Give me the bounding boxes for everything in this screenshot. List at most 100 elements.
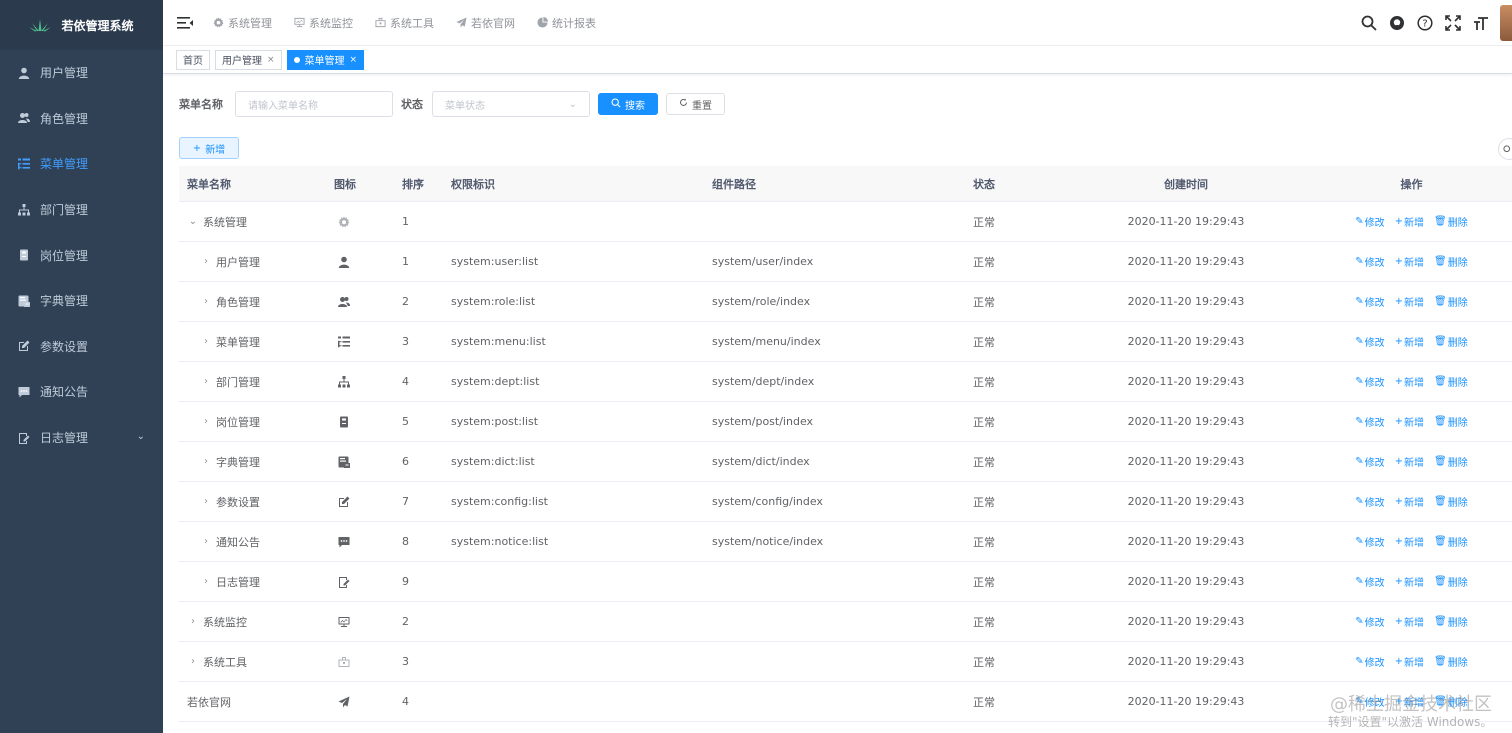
sidebar-logo[interactable]: 若依管理系统: [0, 0, 163, 50]
sidebar-item-0[interactable]: 用户管理: [0, 50, 163, 96]
edit-button[interactable]: ✎ 修改: [1355, 334, 1384, 349]
sidebar-item-label: 参数设置: [40, 339, 89, 354]
add-button[interactable]: + 新增: [179, 137, 239, 159]
status-select[interactable]: 菜单状态 ⌄: [432, 91, 590, 117]
sidebar-item-8[interactable]: 日志管理 ⌄: [0, 415, 163, 461]
sidebar-item-1[interactable]: 角色管理: [0, 96, 163, 142]
avatar[interactable]: [1500, 5, 1512, 41]
delete-label: 删除: [1447, 298, 1468, 309]
add-child-button[interactable]: + 新增: [1395, 294, 1424, 309]
expand-icon[interactable]: ›: [200, 416, 212, 427]
add-child-button[interactable]: + 新增: [1395, 454, 1424, 469]
delete-button[interactable]: 🗑 删除: [1434, 254, 1468, 269]
search-icon[interactable]: [1360, 15, 1377, 32]
message-icon: [338, 536, 350, 548]
close-icon[interactable]: ×: [350, 55, 358, 65]
delete-button[interactable]: 🗑 删除: [1434, 574, 1468, 589]
add-label: 新增: [1404, 618, 1425, 629]
header-perms: 权限标识: [451, 177, 495, 191]
expand-icon[interactable]: ›: [200, 376, 212, 387]
cell-icon: [332, 456, 390, 468]
cell-name: › 日志管理: [179, 574, 332, 590]
add-label: 新增: [1404, 338, 1425, 349]
expand-icon[interactable]: ⌄: [187, 216, 199, 227]
edit-button[interactable]: ✎ 修改: [1355, 574, 1384, 589]
close-icon[interactable]: ×: [267, 55, 275, 65]
delete-button[interactable]: 🗑 删除: [1434, 414, 1468, 429]
add-child-button[interactable]: + 新增: [1395, 494, 1424, 509]
edit-button[interactable]: ✎ 修改: [1355, 294, 1384, 309]
edit-button[interactable]: ✎ 修改: [1355, 534, 1384, 549]
add-child-button[interactable]: + 新增: [1395, 214, 1424, 229]
question-icon[interactable]: ?: [1416, 15, 1433, 32]
add-child-button[interactable]: + 新增: [1395, 654, 1424, 669]
menu-name-input[interactable]: 请输入菜单名称: [235, 91, 393, 117]
edit-icon: ✎: [1355, 616, 1364, 627]
sidebar-item-3[interactable]: 部门管理: [0, 187, 163, 233]
edit-button[interactable]: ✎ 修改: [1355, 494, 1384, 509]
delete-button[interactable]: 🗑 删除: [1434, 374, 1468, 389]
delete-button[interactable]: 🗑 删除: [1434, 494, 1468, 509]
top-menu-item-4[interactable]: 统计报表: [537, 15, 596, 31]
top-menu-item-2[interactable]: 系统工具: [375, 15, 434, 31]
sidebar-item-label: 通知公告: [40, 385, 89, 400]
tag-2[interactable]: 菜单管理 ×: [286, 49, 365, 70]
cell-ops: ✎ 修改 + 新增 🗑 删除: [1311, 214, 1512, 229]
plus-icon: +: [1394, 376, 1404, 387]
delete-button[interactable]: 🗑 删除: [1434, 654, 1468, 669]
edit-button[interactable]: ✎ 修改: [1355, 614, 1384, 629]
top-menu-item-3[interactable]: 若依官网: [456, 15, 515, 31]
table-row: › 部门管理 4 system:dept:list system/dept/index 正…: [179, 362, 1512, 402]
fullscreen-icon[interactable]: [1444, 15, 1461, 32]
reset-button[interactable]: 重置: [666, 93, 725, 115]
cell-ops: ✎ 修改 + 新增 🗑 删除: [1311, 414, 1512, 429]
add-child-button[interactable]: + 新增: [1395, 414, 1424, 429]
sidebar-item-2[interactable]: 菜单管理: [0, 141, 163, 187]
delete-button[interactable]: 🗑 删除: [1434, 214, 1468, 229]
edit-button[interactable]: ✎ 修改: [1355, 254, 1384, 269]
add-child-button[interactable]: + 新增: [1395, 614, 1424, 629]
table-row: › 通知公告 8 system:notice:list system/notice/in…: [179, 522, 1512, 562]
expand-icon[interactable]: ›: [200, 496, 212, 507]
search-button[interactable]: 搜索: [598, 93, 658, 115]
delete-button[interactable]: 🗑 删除: [1434, 294, 1468, 309]
plus-icon: +: [1394, 616, 1404, 627]
add-child-button[interactable]: + 新增: [1395, 534, 1424, 549]
sidebar-item-7[interactable]: 通知公告: [0, 369, 163, 415]
tool-icon: [375, 17, 386, 28]
expand-icon[interactable]: ›: [200, 336, 212, 347]
edit-button[interactable]: ✎ 修改: [1355, 214, 1384, 229]
expand-icon[interactable]: ›: [200, 296, 212, 307]
toolbar-search-toggle-icon[interactable]: [1498, 138, 1512, 160]
sidebar-item-6[interactable]: 参数设置: [0, 324, 163, 370]
expand-icon[interactable]: ›: [200, 456, 212, 467]
cell-ops: ✎ 修改 + 新增 🗑 删除: [1311, 574, 1512, 589]
top-menu-item-0[interactable]: 系统管理: [213, 15, 272, 31]
font-size-icon[interactable]: [1472, 15, 1489, 32]
delete-button[interactable]: 🗑 删除: [1434, 534, 1468, 549]
expand-icon[interactable]: ›: [187, 656, 199, 667]
expand-icon[interactable]: ›: [200, 576, 212, 587]
sidebar-item-4[interactable]: 岗位管理: [0, 232, 163, 278]
add-child-button[interactable]: + 新增: [1395, 574, 1424, 589]
expand-icon[interactable]: ›: [200, 256, 212, 267]
delete-button[interactable]: 🗑 删除: [1434, 614, 1468, 629]
add-child-button[interactable]: + 新增: [1395, 334, 1424, 349]
edit-label: 修改: [1364, 578, 1385, 589]
add-child-button[interactable]: + 新增: [1395, 374, 1424, 389]
edit-button[interactable]: ✎ 修改: [1355, 414, 1384, 429]
top-menu-item-1[interactable]: 系统监控: [294, 15, 353, 31]
tag-1[interactable]: 用户管理 ×: [215, 49, 282, 70]
tag-0[interactable]: 首页: [176, 49, 210, 70]
delete-button[interactable]: 🗑 删除: [1434, 454, 1468, 469]
add-child-button[interactable]: + 新增: [1395, 254, 1424, 269]
edit-button[interactable]: ✎ 修改: [1355, 654, 1384, 669]
edit-button[interactable]: ✎ 修改: [1355, 454, 1384, 469]
hamburger-icon[interactable]: [177, 16, 193, 30]
expand-icon[interactable]: ›: [200, 536, 212, 547]
expand-icon[interactable]: ›: [187, 616, 199, 627]
github-icon[interactable]: [1388, 15, 1405, 32]
delete-button[interactable]: 🗑 删除: [1434, 334, 1468, 349]
sidebar-item-5[interactable]: 字典管理: [0, 278, 163, 324]
edit-button[interactable]: ✎ 修改: [1355, 374, 1384, 389]
